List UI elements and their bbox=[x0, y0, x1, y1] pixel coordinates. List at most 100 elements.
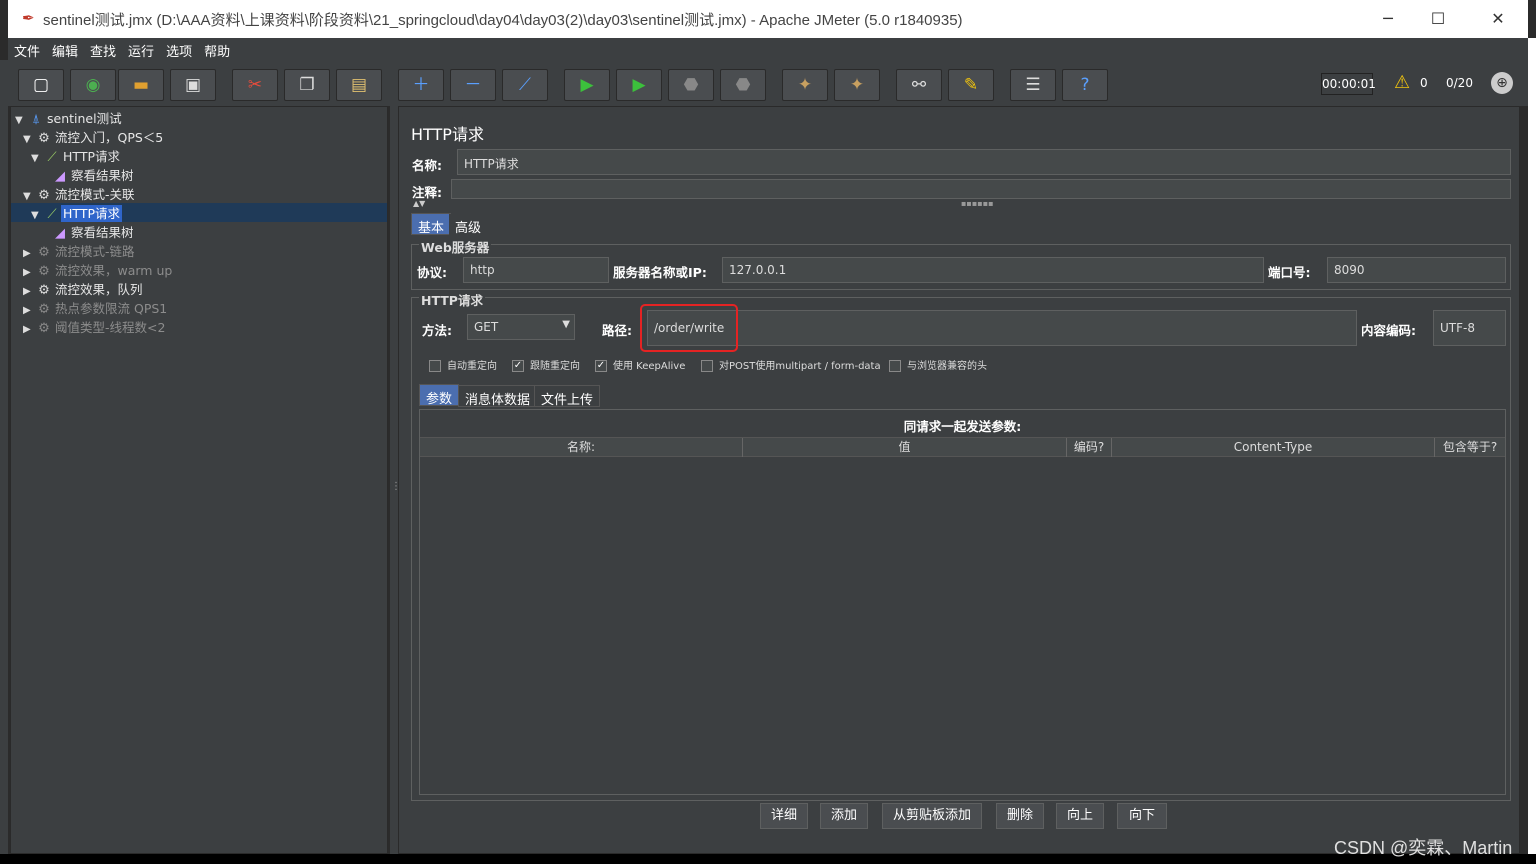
expanded-arrow-icon[interactable]: ▼ bbox=[23, 191, 35, 202]
collapse-arrows-icon[interactable]: ▲▼ bbox=[413, 199, 425, 208]
keepalive-checkbox[interactable]: ✓ 使用 KeepAlive bbox=[595, 357, 685, 372]
encoding-field[interactable]: UTF-8 bbox=[1433, 310, 1506, 346]
templates-icon[interactable]: ◉ bbox=[70, 69, 116, 101]
menu-run[interactable]: 运行 bbox=[122, 38, 160, 60]
paste-icon[interactable]: ▤ bbox=[336, 69, 382, 101]
menu-search[interactable]: 查找 bbox=[84, 38, 122, 60]
server-field[interactable]: 127.0.0.1 bbox=[722, 257, 1264, 283]
shutdown-icon[interactable]: ⬣ bbox=[720, 69, 766, 101]
multipart-checkbox[interactable]: 对POST使用multipart / form-data bbox=[701, 357, 881, 372]
column-include-equals[interactable]: 包含等于? bbox=[1435, 438, 1505, 457]
search-icon[interactable]: ⚯ bbox=[896, 69, 942, 101]
left-edge bbox=[0, 60, 8, 864]
follow-redirect-checkbox[interactable]: ✓ 跟随重定向 bbox=[512, 357, 580, 372]
tree-node-http-request[interactable]: ▼ ⟋ HTTP请求 bbox=[31, 146, 122, 165]
pipette-icon: ⟋ bbox=[47, 207, 57, 222]
start-icon[interactable]: ▶ bbox=[564, 69, 610, 101]
tree-node-http-request-selected[interactable]: ▼ ⟋ HTTP请求 bbox=[31, 203, 122, 222]
checkbox-box[interactable] bbox=[889, 360, 901, 372]
tab-parameters[interactable]: 参数 bbox=[419, 384, 460, 407]
tab-file-upload[interactable]: 文件上传 bbox=[534, 385, 601, 408]
chevron-down-icon[interactable]: ▼ bbox=[562, 319, 570, 330]
table-header: 名称: 值 编码? Content-Type 包含等于? bbox=[420, 437, 1505, 457]
collapse-icon[interactable]: － bbox=[450, 69, 496, 101]
name-field[interactable]: HTTP请求 bbox=[457, 149, 1511, 175]
minimize-button[interactable]: ─ bbox=[1368, 6, 1408, 32]
protocol-field[interactable]: http bbox=[463, 257, 609, 283]
tree-node-thread-group-disabled[interactable]: ▶ ⚙ 流控模式-链路 bbox=[23, 241, 137, 260]
path-field[interactable]: /order/write bbox=[647, 310, 1357, 346]
tab-advanced[interactable]: 高级 bbox=[449, 214, 488, 236]
column-value[interactable]: 值 bbox=[743, 438, 1067, 457]
tree-node-thread-group-disabled[interactable]: ▶ ⚙ 阈值类型-线程数<2 bbox=[23, 317, 167, 336]
panel-splitter[interactable]: ⋮ bbox=[390, 106, 401, 854]
checkmark-icon[interactable]: ✓ bbox=[512, 360, 524, 372]
comment-field[interactable] bbox=[451, 179, 1511, 199]
move-down-button[interactable]: 向下 bbox=[1117, 803, 1167, 829]
gear-icon: ⚙ bbox=[38, 302, 50, 317]
column-encode[interactable]: 编码? bbox=[1067, 438, 1112, 457]
test-plan-icon: ⍋ bbox=[32, 112, 40, 127]
tree-node-thread-group[interactable]: ▶ ⚙ 流控效果，队列 bbox=[23, 279, 145, 298]
clear-all-icon[interactable]: ✦ bbox=[834, 69, 880, 101]
port-field[interactable]: 8090 bbox=[1327, 257, 1506, 283]
save-icon[interactable]: ▣ bbox=[170, 69, 216, 101]
collapsed-arrow-icon[interactable]: ▶ bbox=[23, 248, 35, 259]
checkbox-box[interactable] bbox=[701, 360, 713, 372]
method-select[interactable]: GET ▼ bbox=[467, 314, 575, 340]
collapsed-arrow-icon[interactable]: ▶ bbox=[23, 324, 35, 335]
help-icon[interactable]: ? bbox=[1062, 69, 1108, 101]
gear-icon: ⚙ bbox=[38, 321, 50, 336]
test-plan-tree: ▼ ⍋ sentinel测试 ▼ ⚙ 流控入门，QPS＜5 ▼ ⟋ HTTP请求 ◢ 察看结果… bbox=[10, 106, 388, 854]
delete-button[interactable]: 删除 bbox=[996, 803, 1044, 829]
tree-node-test-plan[interactable]: ▼ ⍋ sentinel测试 bbox=[15, 108, 124, 127]
clear-icon[interactable]: ✦ bbox=[782, 69, 828, 101]
add-from-clipboard-button[interactable]: 从剪贴板添加 bbox=[882, 803, 982, 829]
new-icon[interactable]: ▢ bbox=[18, 69, 64, 101]
tab-basic[interactable]: 基本 bbox=[411, 213, 452, 236]
tree-node-thread-group[interactable]: ▼ ⚙ 流控入门，QPS＜5 bbox=[23, 127, 165, 146]
add-button[interactable]: 添加 bbox=[820, 803, 868, 829]
cut-icon[interactable]: ✂ bbox=[232, 69, 278, 101]
menu-edit[interactable]: 编辑 bbox=[46, 38, 84, 60]
menu-bar: 文件 编辑 查找 运行 选项 帮助 bbox=[8, 38, 1528, 60]
move-up-button[interactable]: 向上 bbox=[1056, 803, 1104, 829]
reset-search-icon[interactable]: ✎ bbox=[948, 69, 994, 101]
open-icon[interactable]: ▬ bbox=[118, 69, 164, 101]
toggle-icon[interactable]: ⟋ bbox=[502, 69, 548, 101]
tree-node-thread-group-disabled[interactable]: ▶ ⚙ 流控效果，warm up bbox=[23, 260, 174, 279]
stop-icon[interactable]: ⬣ bbox=[668, 69, 714, 101]
expanded-arrow-icon[interactable]: ▼ bbox=[23, 134, 35, 145]
start-no-pause-icon[interactable]: ▶ bbox=[616, 69, 662, 101]
toolbar: ▢ ◉ ▬ ▣ ✂ ❐ ▤ ＋ － ⟋ ▶ ▶ ⬣ ⬣ ✦ ✦ ⚯ ✎ ☰ ? … bbox=[8, 60, 1528, 106]
expanded-arrow-icon[interactable]: ▼ bbox=[15, 115, 27, 126]
browser-headers-checkbox[interactable]: 与浏览器兼容的头 bbox=[889, 357, 987, 372]
menu-help[interactable]: 帮助 bbox=[198, 38, 236, 60]
tree-node-result-tree[interactable]: ◢ 察看结果树 bbox=[51, 165, 136, 184]
checkmark-icon[interactable]: ✓ bbox=[595, 360, 607, 372]
expanded-arrow-icon[interactable]: ▼ bbox=[31, 153, 43, 164]
expand-icon[interactable]: ＋ bbox=[398, 69, 444, 101]
detail-button[interactable]: 详细 bbox=[760, 803, 808, 829]
tree-node-result-tree[interactable]: ◢ 察看结果树 bbox=[51, 222, 136, 241]
warning-icon[interactable]: ⚠ bbox=[1394, 72, 1410, 93]
column-name[interactable]: 名称: bbox=[420, 438, 743, 457]
expanded-arrow-icon[interactable]: ▼ bbox=[31, 210, 43, 221]
copy-icon[interactable]: ❐ bbox=[284, 69, 330, 101]
tab-body-data[interactable]: 消息体数据 bbox=[458, 385, 538, 408]
menu-file[interactable]: 文件 bbox=[8, 38, 46, 60]
collapsed-arrow-icon[interactable]: ▶ bbox=[23, 286, 35, 297]
menu-options[interactable]: 选项 bbox=[160, 38, 198, 60]
tree-node-thread-group[interactable]: ▼ ⚙ 流控模式-关联 bbox=[23, 184, 137, 203]
checkbox-box[interactable] bbox=[429, 360, 441, 372]
tree-node-thread-group-disabled[interactable]: ▶ ⚙ 热点参数限流 QPS1 bbox=[23, 298, 169, 317]
close-button[interactable]: ✕ bbox=[1478, 6, 1518, 32]
remote-globe-icon[interactable]: ⊕ bbox=[1491, 72, 1513, 94]
function-helper-icon[interactable]: ☰ bbox=[1010, 69, 1056, 101]
column-content-type[interactable]: Content-Type bbox=[1112, 438, 1435, 457]
resize-grip-icon[interactable]: ▪▪▪▪▪▪ bbox=[961, 199, 994, 208]
collapsed-arrow-icon[interactable]: ▶ bbox=[23, 305, 35, 316]
collapsed-arrow-icon[interactable]: ▶ bbox=[23, 267, 35, 278]
auto-redirect-checkbox[interactable]: 自动重定向 bbox=[429, 357, 497, 372]
maximize-button[interactable]: ☐ bbox=[1418, 6, 1458, 32]
